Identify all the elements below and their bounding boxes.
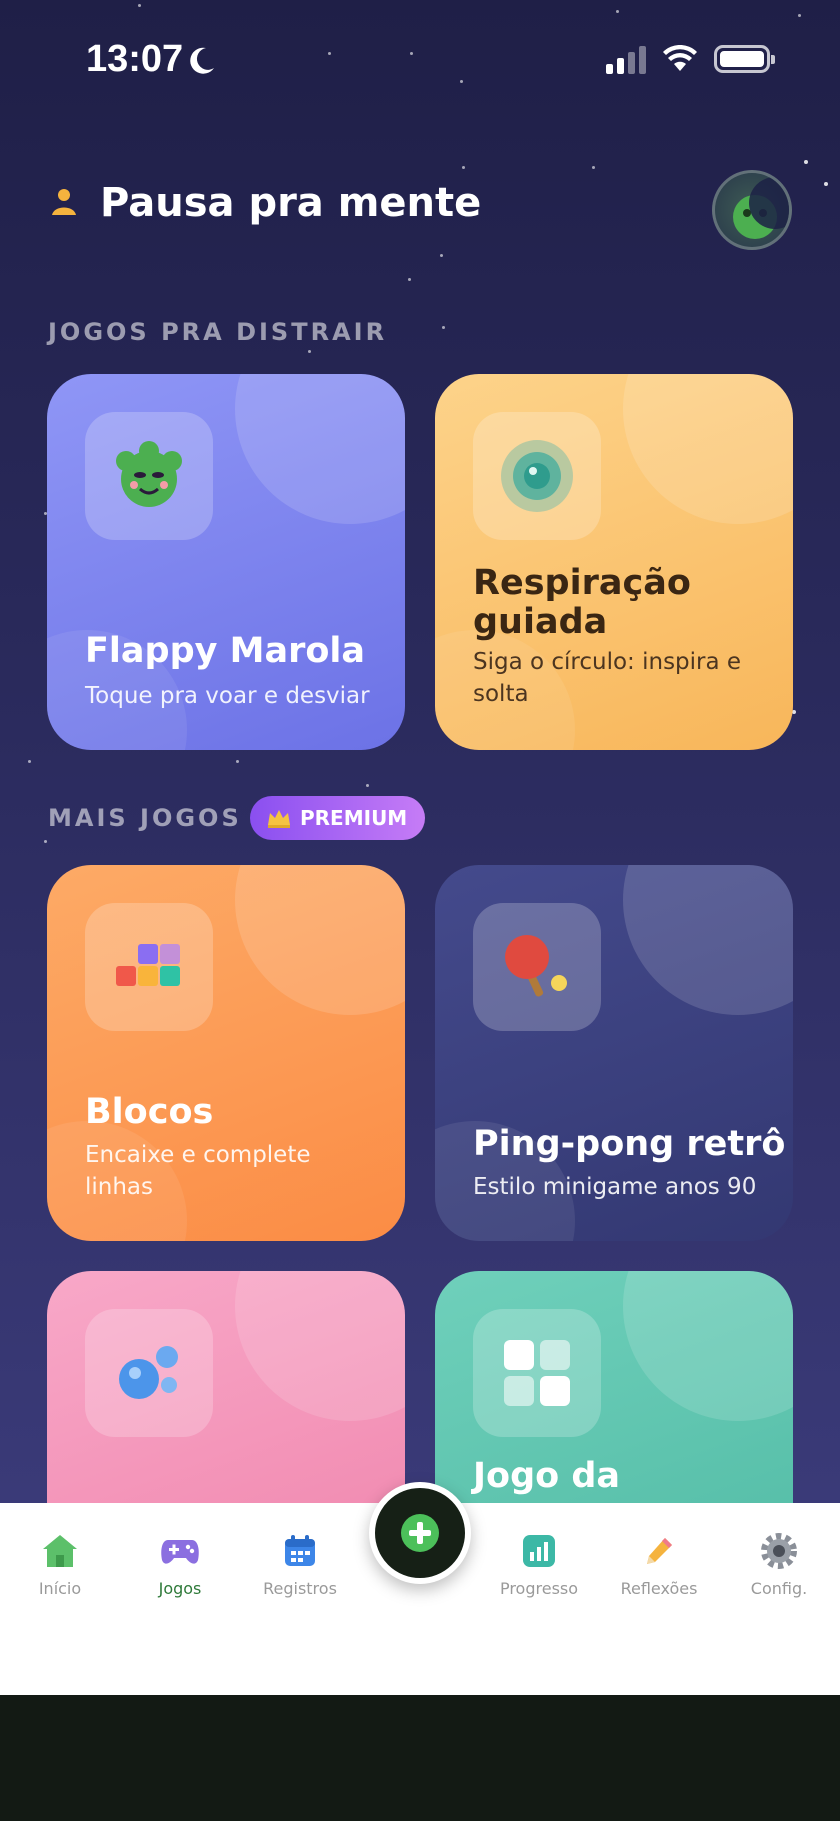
star	[410, 52, 413, 55]
star	[616, 10, 619, 13]
game-subtitle: Estilo minigame anos 90	[473, 1174, 757, 1200]
pencil-icon	[647, 1538, 672, 1564]
game-subtitle: Encaixe e complete linhas	[85, 1142, 311, 1201]
premium-badge: PREMIUM	[250, 796, 426, 840]
blocks-icon	[116, 944, 180, 986]
games-screen: 13:07 Pausa pra mente JOGOS PRA DISTRAIR	[0, 0, 840, 1503]
section-label-more: MAIS JOGOS	[48, 804, 242, 832]
star	[44, 840, 47, 843]
game-subtitle: Siga o círculo: inspira e solta	[473, 649, 742, 708]
star	[462, 166, 465, 169]
star	[328, 52, 331, 55]
game-title: Flappy Marola	[85, 631, 365, 671]
nav-label: Jogos	[158, 1579, 202, 1598]
section-label-distract: JOGOS PRA DISTRAIR	[48, 318, 388, 346]
moon-icon	[190, 47, 214, 74]
star	[440, 254, 443, 257]
nav-item-config[interactable]: Config.	[724, 1531, 834, 1598]
game-card-ping-pong-retro[interactable]: Ping-pong retrô Estilo minigame anos 90	[435, 865, 793, 1241]
game-card-flappy-marola[interactable]: Flappy Marola Toque pra voar e desviar	[47, 374, 405, 750]
page-title: Pausa pra mente	[100, 180, 482, 226]
star	[28, 760, 31, 763]
star	[824, 182, 828, 186]
game-card-bubbles[interactable]	[47, 1271, 405, 1503]
star	[442, 326, 445, 329]
breathing-circle-icon	[501, 440, 573, 512]
star	[138, 4, 141, 7]
game-title: Ping-pong retrô	[473, 1124, 786, 1164]
star	[798, 14, 801, 17]
game-title: Jogo da	[473, 1456, 621, 1496]
premium-label: PREMIUM	[300, 806, 408, 830]
status-icons	[606, 44, 775, 74]
add-entry-button[interactable]	[369, 1482, 471, 1584]
home-icon	[43, 1535, 77, 1567]
cellular-signal-icon	[606, 44, 646, 74]
game-title: Respiração guiada	[473, 563, 691, 642]
nav-label: Progresso	[499, 1579, 579, 1598]
game-icon-tile	[473, 412, 601, 540]
game-card-blocos[interactable]: Blocos Encaixe e complete linhas	[47, 865, 405, 1241]
gamepad-icon	[161, 1540, 199, 1564]
green-monster-icon	[116, 441, 182, 507]
game-icon-tile	[85, 903, 213, 1031]
game-card-respiracao-guiada[interactable]: Respiração guiada Siga o círculo: inspir…	[435, 374, 793, 750]
star	[236, 760, 239, 763]
battery-icon	[714, 45, 775, 73]
grid-icon	[504, 1340, 570, 1406]
star	[408, 278, 411, 281]
meditation-icon	[52, 189, 76, 215]
plus-icon	[401, 1514, 439, 1552]
nav-label: Registros	[263, 1579, 337, 1598]
nav-item-reflexoes[interactable]: Reflexões	[604, 1531, 714, 1598]
crown-icon	[268, 810, 290, 828]
nav-label: Reflexões	[620, 1579, 698, 1598]
game-icon-tile	[85, 412, 213, 540]
nav-item-jogos[interactable]: Jogos	[125, 1531, 235, 1598]
nav-item-progresso[interactable]: Progresso	[484, 1531, 594, 1598]
avatar[interactable]	[712, 170, 792, 250]
nav-item-registros[interactable]: Registros	[245, 1531, 355, 1598]
status-time: 13:07	[86, 38, 184, 80]
star	[366, 784, 369, 787]
monster-avatar-icon	[733, 177, 789, 239]
nav-label: Config.	[750, 1579, 808, 1598]
game-card-jogo-da[interactable]: Jogo da	[435, 1271, 793, 1503]
star	[592, 166, 595, 169]
star	[804, 160, 808, 164]
wifi-icon	[663, 45, 697, 71]
star	[308, 350, 311, 353]
game-title: Blocos	[85, 1092, 214, 1132]
bubbles-icon	[119, 1346, 178, 1399]
star	[460, 80, 463, 83]
nav-item-inicio[interactable]: Início	[5, 1531, 115, 1598]
calendar-icon	[285, 1535, 315, 1566]
chart-icon	[523, 1535, 555, 1567]
page-header: Pausa pra mente	[48, 180, 481, 226]
game-icon-tile	[473, 1309, 601, 1437]
nav-label: Início	[38, 1579, 82, 1598]
game-subtitle: Toque pra voar e desviar	[85, 683, 370, 709]
game-icon-tile	[473, 903, 601, 1031]
ping-pong-icon	[505, 935, 567, 997]
game-icon-tile	[85, 1309, 213, 1437]
gear-icon	[761, 1533, 797, 1569]
